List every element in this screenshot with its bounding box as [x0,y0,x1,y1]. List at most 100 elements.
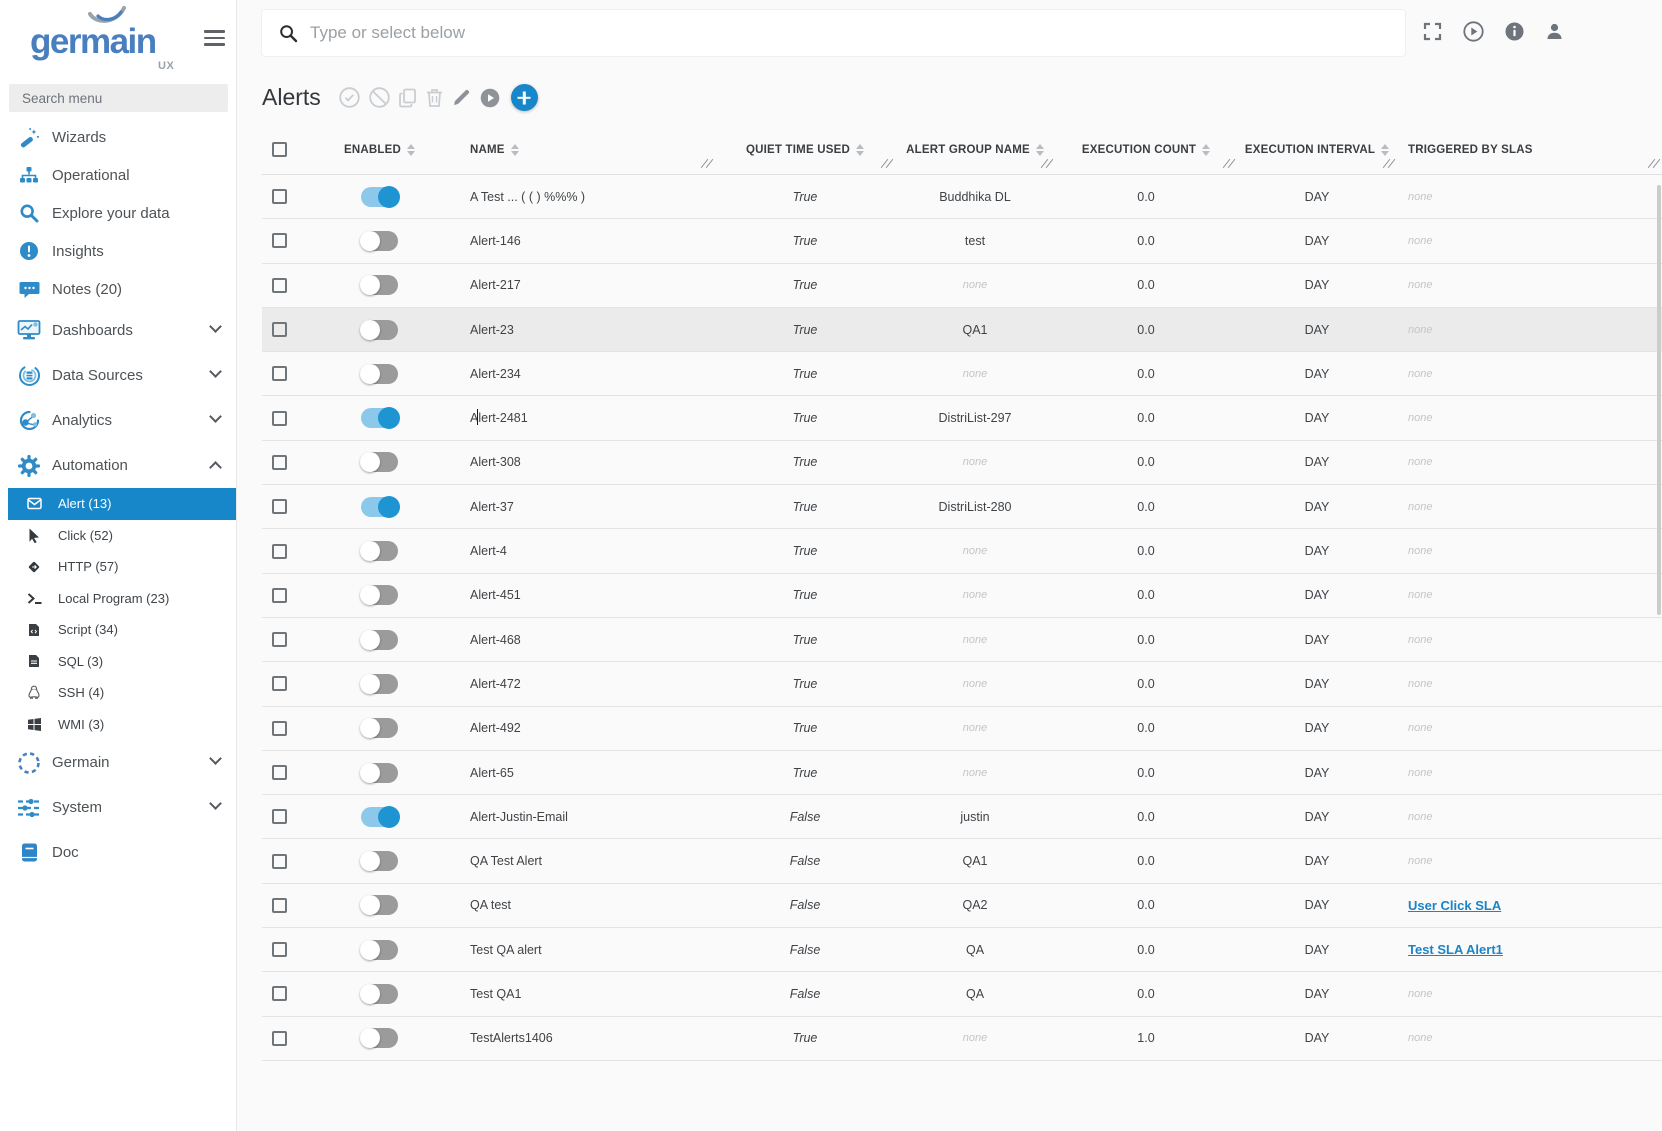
column-resize-handle[interactable] [1042,158,1052,169]
add-icon[interactable] [511,84,538,111]
sidebar-item-wmi[interactable]: WMI (3) [0,709,236,741]
sidebar-item-alert[interactable]: Alert (13) [8,488,236,520]
info-icon[interactable] [1505,22,1524,41]
column-resize-handle[interactable] [882,158,892,169]
table-row[interactable]: Alert-146 True test 0.0 DAY none [262,219,1662,263]
sidebar-item-doc[interactable]: Doc [0,830,236,875]
sort-icon[interactable] [1381,144,1389,156]
sort-icon[interactable] [1202,144,1210,156]
table-row[interactable]: Alert-451 True none 0.0 DAY none [262,574,1662,618]
table-row[interactable]: Test QA alert False QA 0.0 DAY Test SLA … [262,928,1662,972]
trash-icon[interactable] [426,88,443,108]
row-checkbox[interactable] [272,809,287,824]
row-checkbox[interactable] [272,544,287,559]
vertical-scrollbar[interactable] [1657,185,1661,615]
row-checkbox[interactable] [272,721,287,736]
table-row[interactable]: QA Test Alert False QA1 0.0 DAY none [262,839,1662,883]
sidebar-item-analytics[interactable]: Analytics [0,398,236,443]
sidebar-item-explore-your-data[interactable]: Explore your data [0,194,236,232]
sidebar-item-local-program[interactable]: Local Program (23) [0,583,236,615]
hamburger-menu-icon[interactable] [204,30,225,47]
row-checkbox[interactable] [272,676,287,691]
select-all-checkbox[interactable] [272,142,287,157]
table-row[interactable]: Alert-217 True none 0.0 DAY none [262,264,1662,308]
enabled-toggle[interactable] [361,452,398,472]
enabled-toggle[interactable] [361,275,398,295]
row-checkbox[interactable] [272,1031,287,1046]
sidebar-search-input[interactable] [9,84,228,112]
table-row[interactable]: A Test ... ( ( ) %%% ) True Buddhika DL … [262,175,1662,219]
enabled-toggle[interactable] [361,231,398,251]
column-header-name[interactable]: NAME [462,125,715,174]
enabled-toggle[interactable] [361,408,398,428]
check-circle-icon[interactable] [339,87,360,108]
table-row[interactable]: Alert-23 True QA1 0.0 DAY none [262,308,1662,352]
table-row[interactable]: Alert-4 True none 0.0 DAY none [262,529,1662,573]
sidebar-item-automation[interactable]: Automation [0,443,236,488]
sidebar-item-notes[interactable]: Notes (20) [0,270,236,308]
enabled-toggle[interactable] [361,320,398,340]
enabled-toggle[interactable] [361,497,398,517]
enabled-toggle[interactable] [361,1028,398,1048]
column-header-triggered-by-slas[interactable]: TRIGGERED BY SLAS [1397,125,1662,174]
row-checkbox[interactable] [272,986,287,1001]
column-header-alert-group-name[interactable]: ALERT GROUP NAME [895,125,1055,174]
column-header-quiet-time-used[interactable]: QUIET TIME USED [715,125,895,174]
sidebar-item-click[interactable]: Click (52) [0,520,236,552]
table-row[interactable]: Alert-2481 True DistriList-297 0.0 DAY n… [262,396,1662,440]
table-row[interactable]: Alert-65 True none 0.0 DAY none [262,751,1662,795]
table-row[interactable]: Alert-234 True none 0.0 DAY none [262,352,1662,396]
ban-icon[interactable] [369,87,390,108]
row-checkbox[interactable] [272,942,287,957]
column-resize-handle[interactable] [1224,158,1234,169]
global-search-input[interactable] [310,23,1405,43]
sort-icon[interactable] [856,144,864,156]
sidebar-item-germain[interactable]: Germain [0,740,236,785]
sla-link[interactable]: User Click SLA [1408,898,1501,913]
table-row[interactable]: Test QA1 False QA 0.0 DAY none [262,972,1662,1016]
table-row[interactable]: Alert-472 True none 0.0 DAY none [262,662,1662,706]
play-circle-icon[interactable] [1463,21,1484,42]
table-row[interactable]: QA test False QA2 0.0 DAY User Click SLA [262,884,1662,928]
enabled-toggle[interactable] [361,940,398,960]
sidebar-item-insights[interactable]: Insights [0,232,236,270]
sidebar-item-wizards[interactable]: Wizards [0,118,236,156]
sidebar-item-ssh[interactable]: SSH (4) [0,677,236,709]
enabled-toggle[interactable] [361,895,398,915]
row-checkbox[interactable] [272,233,287,248]
sort-icon[interactable] [407,144,415,156]
fullscreen-icon[interactable] [1423,22,1442,41]
row-checkbox[interactable] [272,765,287,780]
table-row[interactable]: TestAlerts1406 True none 1.0 DAY none [262,1017,1662,1061]
row-checkbox[interactable] [272,854,287,869]
enabled-toggle[interactable] [361,364,398,384]
user-icon[interactable] [1545,22,1564,41]
column-header-execution-interval[interactable]: EXECUTION INTERVAL [1237,125,1397,174]
copy-icon[interactable] [399,88,417,108]
row-checkbox[interactable] [272,278,287,293]
column-resize-handle[interactable] [1384,158,1394,169]
row-checkbox[interactable] [272,588,287,603]
sidebar-item-script[interactable]: Script (34) [0,614,236,646]
pencil-icon[interactable] [452,88,471,107]
enabled-toggle[interactable] [361,763,398,783]
sidebar-item-operational[interactable]: Operational [0,156,236,194]
table-row[interactable]: Alert-468 True none 0.0 DAY none [262,618,1662,662]
enabled-toggle[interactable] [361,674,398,694]
column-header-execution-count[interactable]: EXECUTION COUNT [1055,125,1237,174]
row-checkbox[interactable] [272,455,287,470]
row-checkbox[interactable] [272,366,287,381]
sidebar-item-system[interactable]: System [0,785,236,830]
play-icon[interactable] [480,88,500,108]
table-row[interactable]: Alert-308 True none 0.0 DAY none [262,441,1662,485]
sidebar-item-dashboards[interactable]: Dashboards [0,308,236,353]
row-checkbox[interactable] [272,898,287,913]
sidebar-item-data-sources[interactable]: Data Sources [0,353,236,398]
column-resize-handle[interactable] [1649,158,1659,169]
row-checkbox[interactable] [272,322,287,337]
column-resize-handle[interactable] [702,158,712,169]
row-checkbox[interactable] [272,499,287,514]
enabled-toggle[interactable] [361,630,398,650]
table-row[interactable]: Alert-37 True DistriList-280 0.0 DAY non… [262,485,1662,529]
enabled-toggle[interactable] [361,984,398,1004]
